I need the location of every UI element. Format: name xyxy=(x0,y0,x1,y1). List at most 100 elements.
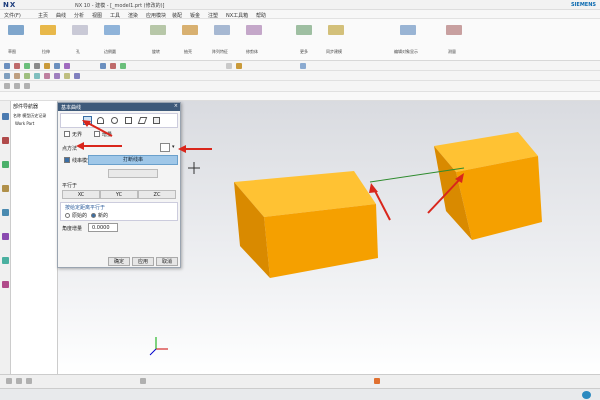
trim-body-icon[interactable] xyxy=(246,25,262,35)
more-icon[interactable] xyxy=(296,25,312,35)
triangle-icon[interactable] xyxy=(226,63,232,69)
snap-endpoint-icon[interactable] xyxy=(6,378,12,384)
shaded-icon[interactable] xyxy=(120,63,126,69)
line-tool-icon[interactable] xyxy=(83,116,92,125)
nav-work-part[interactable]: Work Part xyxy=(15,121,34,126)
title-bar: NX NX 10 - 建模 - [_model1.prt (修改的)] SIEM… xyxy=(0,0,600,10)
snap-quadrant-icon[interactable] xyxy=(140,378,146,384)
close-icon[interactable]: × xyxy=(174,103,178,109)
zc-button[interactable]: ZC xyxy=(138,190,176,199)
fit-icon[interactable] xyxy=(300,63,306,69)
grid-icon[interactable] xyxy=(34,63,40,69)
menu-applications[interactable]: 应用模块 xyxy=(146,12,166,19)
menu-view[interactable]: 视图 xyxy=(92,12,102,19)
revolve-icon[interactable] xyxy=(150,25,166,35)
fillet-tool-icon[interactable] xyxy=(125,117,132,124)
polygon-icon[interactable] xyxy=(54,73,60,79)
line-icon[interactable] xyxy=(4,73,10,79)
menu-curve[interactable]: 曲线 xyxy=(56,12,66,19)
copy-icon[interactable] xyxy=(24,83,30,89)
edit-display-icon[interactable] xyxy=(400,25,416,35)
menu-nx-toolbox[interactable]: NX工具箱 xyxy=(226,12,248,19)
ribbon-blend-label: 边倒圆 xyxy=(104,49,116,54)
offset-icon[interactable] xyxy=(64,73,70,79)
ok-button[interactable]: 确定 xyxy=(108,257,130,266)
wireframe-icon[interactable] xyxy=(110,63,116,69)
point-method-dropdown[interactable] xyxy=(160,143,170,152)
extrude-icon[interactable] xyxy=(40,25,56,35)
history-icon[interactable] xyxy=(2,209,9,216)
angle-increment-input[interactable]: 0.0000 xyxy=(88,223,118,232)
constraint-navigator-icon[interactable] xyxy=(2,161,9,168)
rectangle-icon[interactable] xyxy=(44,73,50,79)
brand-logo: SIEMENS xyxy=(570,2,596,8)
spline-icon[interactable] xyxy=(34,73,40,79)
menu-help[interactable]: 帮助 xyxy=(256,12,266,19)
snap-midpoint-icon[interactable] xyxy=(16,378,22,384)
part-navigator-icon[interactable] xyxy=(2,113,9,120)
circle-tool-icon[interactable] xyxy=(111,117,118,124)
undo-icon[interactable] xyxy=(4,83,10,89)
redo-icon[interactable] xyxy=(14,83,20,89)
unbound-checkbox[interactable] xyxy=(64,131,70,137)
left-cube-front xyxy=(264,204,378,278)
arc-tool-icon[interactable] xyxy=(97,117,104,124)
xc-button[interactable]: XC xyxy=(62,190,100,199)
menu-render[interactable]: 渲染 xyxy=(128,12,138,19)
dialog-title: 基本曲线 xyxy=(61,105,82,111)
shell-icon[interactable] xyxy=(182,25,198,35)
snap-icon[interactable] xyxy=(14,63,20,69)
menu-mold[interactable]: 注塑 xyxy=(208,12,218,19)
pattern-icon[interactable] xyxy=(214,25,230,35)
selection-toolbar xyxy=(0,61,600,71)
original-radio[interactable] xyxy=(65,213,70,218)
edit-tool-icon[interactable] xyxy=(153,117,160,124)
palette-icon[interactable] xyxy=(2,257,9,264)
web-browser-icon[interactable] xyxy=(2,233,9,240)
sync-modeling-icon[interactable] xyxy=(328,25,344,35)
menu-analysis[interactable]: 分析 xyxy=(74,12,84,19)
reuse-library-icon[interactable] xyxy=(2,185,9,192)
sketch-icon[interactable] xyxy=(8,25,24,35)
new-label: 新的 xyxy=(98,213,109,219)
circle-icon[interactable] xyxy=(24,73,30,79)
measure-icon[interactable] xyxy=(446,25,462,35)
menu-file[interactable]: 文件(F) xyxy=(4,12,21,19)
orient-icon[interactable] xyxy=(100,63,106,69)
render-icon[interactable] xyxy=(64,63,70,69)
trim-tool-icon[interactable] xyxy=(137,117,148,124)
snap-center-icon[interactable] xyxy=(26,378,32,384)
new-radio[interactable] xyxy=(91,213,96,218)
ribbon-shell-label: 抽壳 xyxy=(184,49,192,54)
trim-icon[interactable] xyxy=(74,73,80,79)
layer-icon[interactable] xyxy=(44,63,50,69)
break-string-button[interactable]: 打断线串 xyxy=(88,155,178,165)
tray-icon[interactable] xyxy=(374,378,380,384)
point-icon[interactable] xyxy=(24,63,30,69)
apply-button[interactable]: 应用 xyxy=(132,257,154,266)
menu-tools[interactable]: 工具 xyxy=(110,12,120,19)
ribbon-hole-label: 孔 xyxy=(76,49,80,54)
menu-assembly[interactable]: 装配 xyxy=(172,12,182,19)
cancel-button[interactable]: 取消 xyxy=(156,257,178,266)
status-bar xyxy=(0,388,600,400)
assembly-navigator-icon[interactable] xyxy=(2,137,9,144)
string-mode-checkbox[interactable] xyxy=(64,157,70,163)
part-navigator: 部件导航器 名称 模型历史记录 Work Part xyxy=(11,101,58,374)
ribbon: 草图 拉伸 孔 边倒圆 旋转 抽壳 阵列特征 修剪体 更多 同步建模 编辑对象显… xyxy=(0,19,600,61)
delta-checkbox[interactable] xyxy=(94,131,100,137)
lock-mode-button[interactable] xyxy=(108,169,158,178)
chevron-down-icon[interactable]: ▾ xyxy=(172,144,175,150)
wcs-icon[interactable] xyxy=(236,63,242,69)
select-filter-icon[interactable] xyxy=(4,63,10,69)
view-icon[interactable] xyxy=(54,63,60,69)
yc-button[interactable]: YC xyxy=(100,190,138,199)
roles-icon[interactable] xyxy=(2,281,9,288)
menu-sheetmetal[interactable]: 钣金 xyxy=(190,12,200,19)
arc-icon[interactable] xyxy=(14,73,20,79)
menu-home[interactable]: 主页 xyxy=(38,12,48,19)
edge-blend-icon[interactable] xyxy=(104,25,120,35)
offset-section: 按给定距离平行于 原始的 新的 xyxy=(60,202,178,221)
angle-increment-label: 角度增量 xyxy=(62,226,83,232)
hole-icon[interactable] xyxy=(72,25,88,35)
